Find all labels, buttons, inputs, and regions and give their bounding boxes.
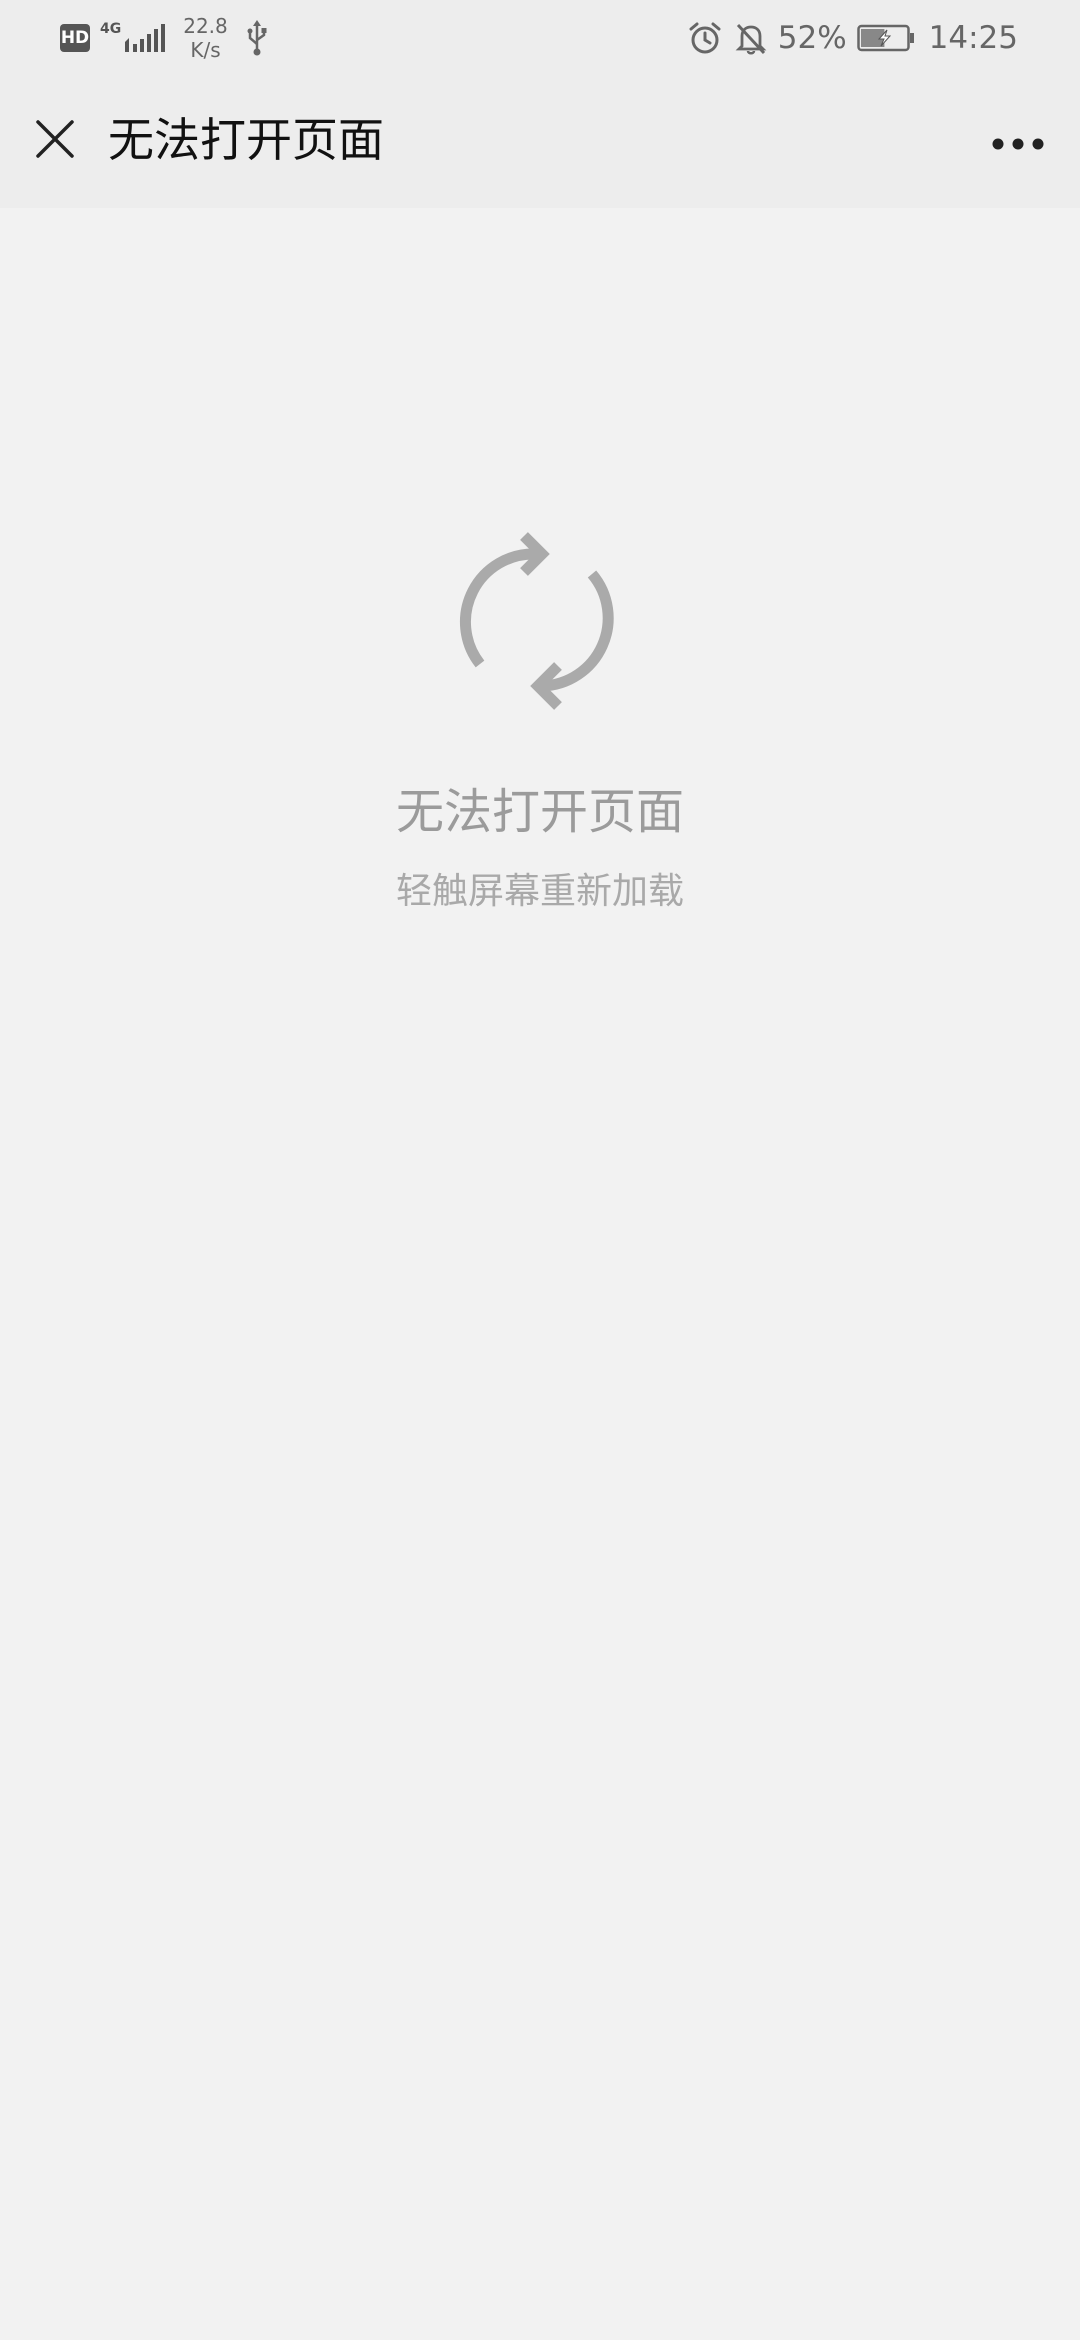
- more-button[interactable]: [982, 112, 1054, 176]
- nav-bar: 无法打开页面: [0, 76, 1080, 208]
- status-bar-right: 52% 14:25: [688, 14, 1018, 62]
- network-speed-unit: K/s: [190, 38, 221, 62]
- clock: 14:25: [928, 20, 1018, 56]
- battery-percent: 52%: [777, 20, 847, 56]
- network-type-label: 4G: [100, 21, 122, 37]
- signal-icon: [125, 24, 166, 52]
- network-speed: 22.8 K/s: [183, 14, 228, 62]
- error-title: 无法打开页面: [395, 784, 684, 840]
- page-title: 无法打开页面: [108, 113, 384, 167]
- close-button[interactable]: [28, 112, 82, 166]
- status-bar: HD 4G 22.8 K/s 52% 14:25: [0, 0, 1080, 76]
- bell-off-icon: [735, 23, 767, 55]
- reload-area[interactable]: 无法打开页面 轻触屏幕重新加载: [0, 208, 1080, 2340]
- more-icon: [992, 138, 1044, 150]
- battery-charging-icon: [856, 24, 915, 52]
- usb-icon: [246, 20, 268, 56]
- reload-hint: 轻触屏幕重新加载: [395, 871, 684, 912]
- alarm-icon: [689, 22, 721, 54]
- status-bar-left: HD 4G 22.8 K/s: [60, 14, 268, 62]
- refresh-icon: [459, 532, 614, 710]
- network-speed-value: 22.8: [183, 14, 228, 38]
- signal-group: 4G: [100, 22, 169, 54]
- hd-icon: HD: [60, 24, 90, 52]
- close-icon: [36, 120, 74, 158]
